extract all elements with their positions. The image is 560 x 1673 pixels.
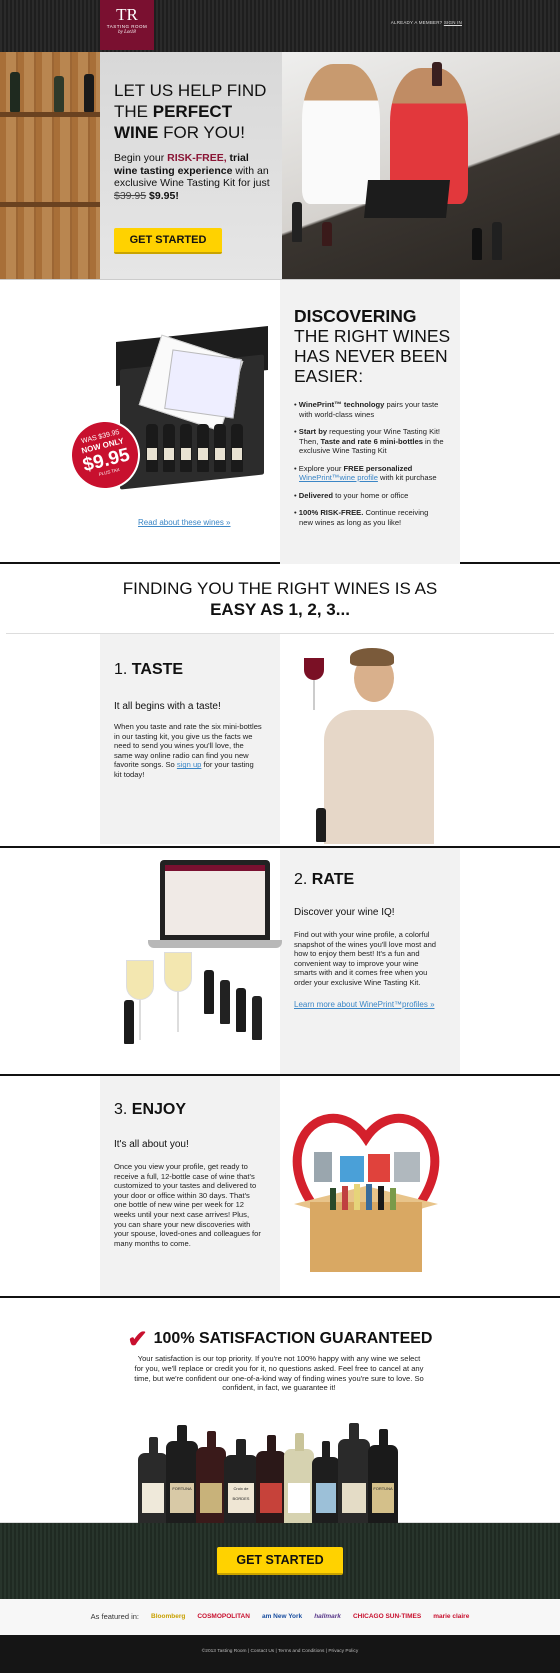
get-started-button[interactable]: GET STARTED: [114, 228, 222, 254]
marie-claire-logo: marie claire: [433, 1612, 470, 1620]
tasting-room-logo[interactable]: TR TASTING ROOM by Lot18: [100, 0, 154, 50]
logo-byline: by Lot18: [118, 29, 136, 35]
man-with-wine-glass-image: [304, 648, 444, 844]
read-about-wines-link[interactable]: Read about these wines »: [138, 518, 231, 528]
list-item: WinePrint™ technology pairs your taste w…: [294, 400, 444, 419]
taste-body: When you taste and rate the six mini-bot…: [114, 722, 262, 779]
checkmark-icon: ✔: [127, 1326, 148, 1353]
bloomberg-logo: Bloomberg: [151, 1612, 186, 1620]
laptop-image: [160, 860, 270, 940]
enjoy-body: Once you view your profile, get ready to…: [114, 1162, 261, 1248]
new-price: $9.95!: [149, 189, 179, 202]
wine-glasses-and-bottles-image: [124, 952, 274, 1050]
logo-monogram: TR: [116, 5, 138, 24]
enjoy-lead: It's all about you!: [114, 1139, 189, 1150]
get-started-bottom-button[interactable]: GET STARTED: [217, 1547, 343, 1575]
hero-section: LET US HELP FIND THE PERFECT WINE FOR YO…: [0, 52, 560, 280]
hero-title: LET US HELP FIND THE PERFECT WINE FOR YO…: [114, 81, 267, 142]
learn-more-wineprint-link[interactable]: Learn more about WinePrint™profiles »: [294, 1000, 435, 1010]
discover-heading: DISCOVERING THE RIGHT WINES HAS NEVER BEE…: [294, 306, 451, 386]
discover-section: WAS $39.95 NOW ONLY $9.95 PLUS TAX Read …: [0, 280, 560, 564]
hero-subtitle: Begin your RISK-FREE, trial wine tasting…: [114, 152, 270, 202]
satisfaction-body: Your satisfaction is our top priority. I…: [134, 1354, 424, 1393]
step-taste: 1. TASTE It all begins with a taste! Whe…: [0, 634, 560, 848]
copyright: ©2013 Tasting Room: [201, 1649, 247, 1654]
satisfaction-section: ✔ 100% SATISFACTION GUARANTEED Your satis…: [0, 1298, 560, 1523]
terms-link[interactable]: Terms and Conditions: [278, 1649, 324, 1654]
featured-in-bar: As featured in: Bloomberg COSMOPOLITAN a…: [0, 1599, 560, 1635]
easy-heading: FINDING YOU THE RIGHT WINES IS AS EASY AS…: [122, 579, 438, 619]
cosmopolitan-logo: COSMOPOLITAN: [197, 1612, 250, 1620]
step-rate: 2. RATE Discover your wine IQ! Find out …: [0, 848, 560, 1076]
bottom-cta-band: GET STARTED: [0, 1523, 560, 1599]
contact-us-link[interactable]: Contact Us: [250, 1649, 274, 1654]
chicago-sun-times-logo: CHICAGO SUN-TIMES: [352, 1612, 422, 1620]
taste-title: 1. TASTE: [114, 661, 184, 678]
rate-lead: Discover your wine IQ!: [294, 907, 395, 918]
wood-shelf-image: [0, 52, 100, 279]
list-item: 100% RISK-FREE. Continue receiving new w…: [294, 508, 444, 527]
hallmark-logo: hallmark: [314, 1612, 341, 1620]
site-header: TR TASTING ROOM by Lot18 ALREADY A MEMBE…: [0, 0, 560, 52]
sign-up-link[interactable]: sign up: [177, 760, 202, 769]
logo-name: TASTING ROOM: [106, 24, 148, 29]
easy-heading-section: FINDING YOU THE RIGHT WINES IS AS EASY AS…: [6, 564, 554, 634]
discover-bullets: WinePrint™ technology pairs your taste w…: [294, 400, 444, 535]
am-new-york-logo: am New York: [261, 1612, 303, 1620]
wine-case-heart-image: [286, 1094, 446, 1280]
hero-photo-women: [282, 52, 560, 279]
member-text: ALREADY A MEMBER?: [390, 20, 443, 25]
rate-title: 2. RATE: [294, 871, 355, 888]
member-signin: ALREADY A MEMBER? SIGN IN: [391, 20, 462, 26]
list-item: Start by requesting your Wine Tasting Ki…: [294, 427, 444, 456]
privacy-policy-link[interactable]: Privacy Policy: [328, 1649, 358, 1654]
wine-bottles-lineup-image: FORTUNA Croix de BORDES FORTUNA: [138, 1408, 408, 1523]
rate-body: Find out with your wine profile, a color…: [294, 930, 437, 987]
list-item: Explore your FREE personalized WinePrint…: [294, 464, 444, 483]
featured-label: As featured in:: [90, 1612, 140, 1622]
sign-in-link[interactable]: SIGN IN: [444, 20, 462, 25]
wineprint-profile-link[interactable]: WinePrint™wine profile: [299, 473, 378, 482]
satisfaction-title: ✔ 100% SATISFACTION GUARANTEED: [127, 1326, 433, 1353]
site-footer: ©2013 Tasting Room | Contact Us | Terms …: [0, 1635, 560, 1673]
list-item: Delivered to your home or office: [294, 491, 444, 501]
old-price: $39.95: [114, 189, 147, 202]
step-enjoy: 3. ENJOY It's all about you! Once you vi…: [0, 1076, 560, 1298]
taste-lead: It all begins with a taste!: [114, 701, 221, 712]
enjoy-title: 3. ENJOY: [114, 1101, 187, 1118]
